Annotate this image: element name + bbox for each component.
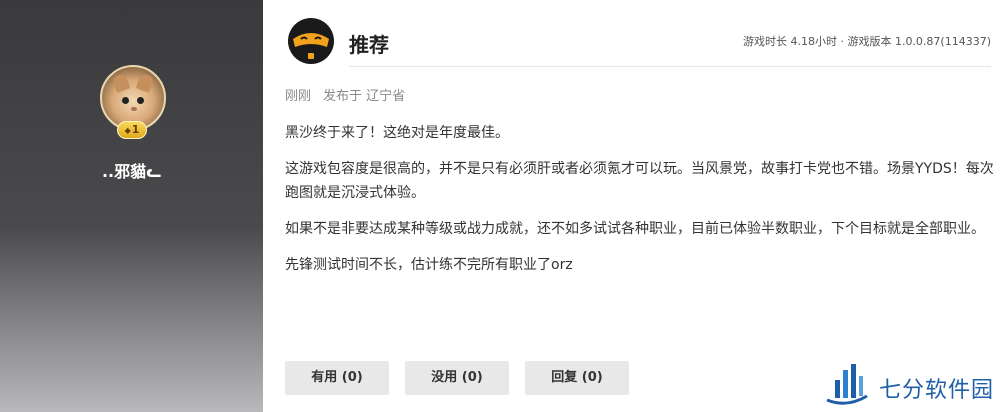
avatar-eye — [137, 97, 144, 104]
review-paragraph: 先锋测试时间不长，估计练不完所有职业了orz — [285, 257, 573, 273]
review-card: 推荐 游戏时长 4.18小时 · 游戏版本 1.0.0.87(114337) 刚… — [263, 3, 1007, 407]
posted-info: 刚刚 发布于 辽宁省 — [285, 85, 405, 104]
review-actions: 有用 (0) 没用 (0) 回复 (0) — [285, 361, 629, 395]
reviewer-panel: ◆1 ..邪貓ᓚ — [0, 0, 263, 412]
avatar-nose — [131, 107, 137, 111]
review-paragraph: 如果不是非要达成某种等级或战力成就，还不如多试试各种职业，目前已体验半数职业，下… — [285, 221, 985, 237]
review-paragraph: 这游戏包容度是很高的，并不是只有必须肝或者必须氪才可以玩。当风景党，故事打卡党也… — [285, 161, 994, 201]
recommend-icon — [288, 18, 334, 64]
watermark: 七分软件园 — [809, 358, 1007, 412]
useless-button[interactable]: 没用 (0) — [405, 361, 509, 395]
diamond-icon: ◆ — [124, 126, 131, 135]
posted-time: 刚刚 — [285, 89, 312, 104]
watermark-logo-icon — [826, 364, 868, 405]
level-badge: ◆1 — [117, 121, 147, 139]
level-number: 1 — [131, 123, 140, 136]
avatar-ear — [111, 73, 131, 93]
useful-button[interactable]: 有用 (0) — [285, 361, 389, 395]
play-meta: 游戏时长 4.18小时 · 游戏版本 1.0.0.87(114337) — [742, 35, 991, 48]
review-body: 黑沙终于来了！这绝对是年度最佳。 这游戏包容度是很高的，并不是只有必须肝或者必须… — [285, 121, 997, 289]
watermark-text: 七分软件园 — [879, 378, 995, 403]
username[interactable]: ..邪貓ᓚ — [0, 158, 263, 182]
reply-button[interactable]: 回复 (0) — [525, 361, 629, 395]
avatar-eye — [122, 97, 129, 104]
divider — [349, 66, 991, 67]
review-paragraph: 黑沙终于来了！这绝对是年度最佳。 — [285, 125, 509, 141]
avatar-ear — [135, 73, 155, 93]
recommend-label: 推荐 — [349, 33, 389, 57]
posted-location: 发布于 辽宁省 — [323, 89, 406, 104]
